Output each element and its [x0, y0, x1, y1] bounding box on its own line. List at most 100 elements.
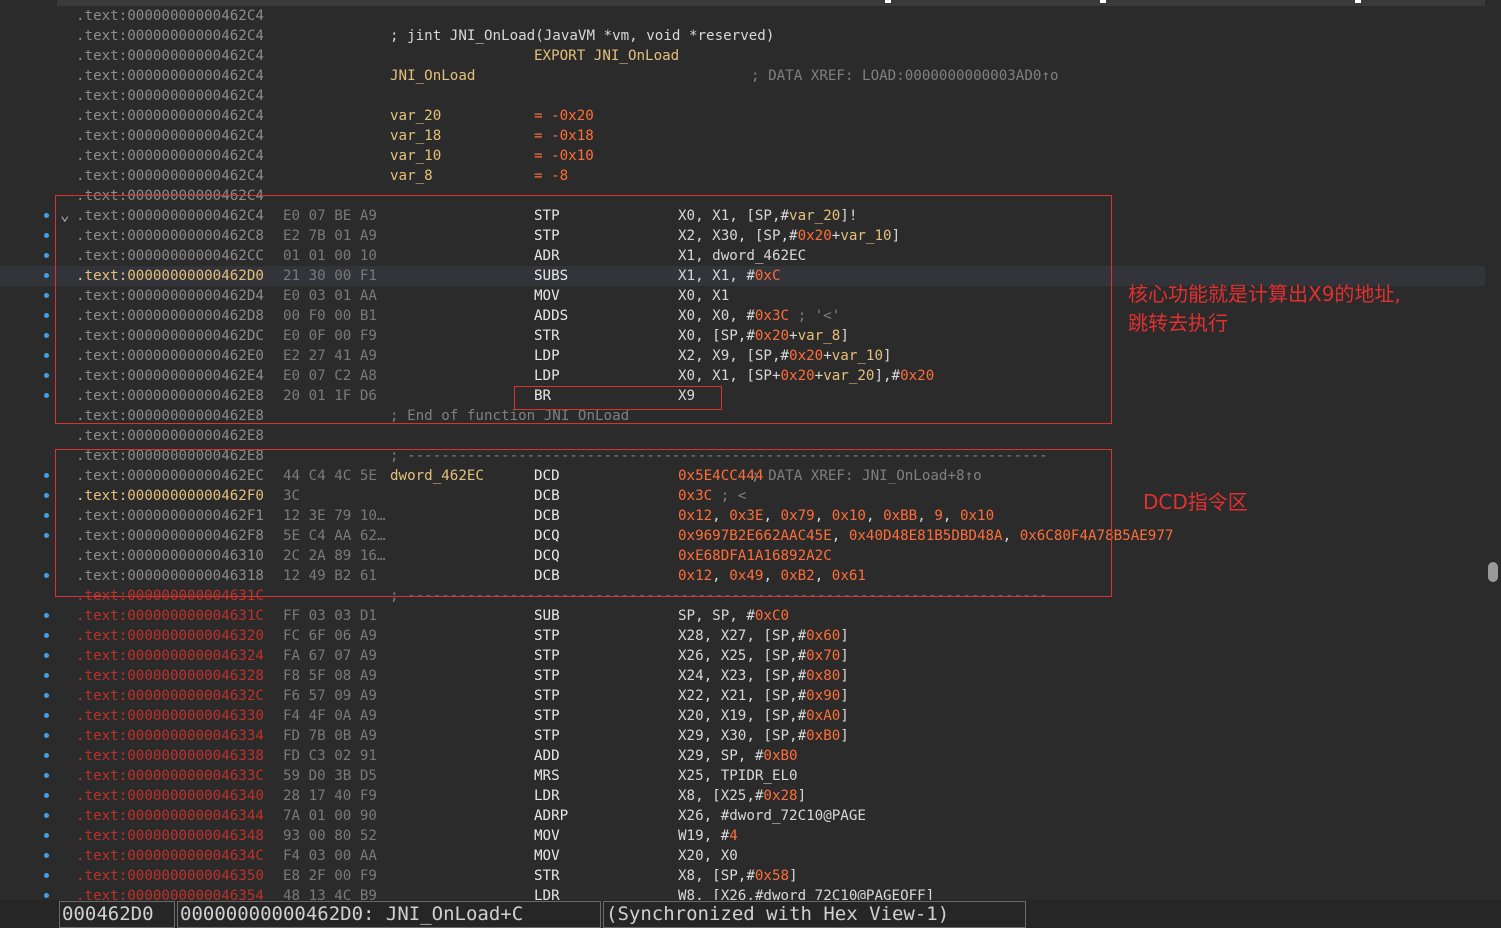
- address[interactable]: .text:00000000000462C4: [76, 166, 264, 186]
- operands[interactable]: X20, X19, [SP,#0xA0]: [678, 706, 849, 726]
- address[interactable]: .text:0000000000046320: [76, 626, 264, 646]
- operands[interactable]: X8, [X25,#0x28]: [678, 786, 806, 806]
- listing-row[interactable]: .text:00000000000462E4 E0 07 C2 A8 LDP X0, …: [0, 366, 1485, 386]
- listing-row[interactable]: .text:000000000004633C 59 D0 3B D5 MRS X25,…: [0, 766, 1485, 786]
- listing-row[interactable]: .text:00000000000462C4 var_8 = -8: [0, 166, 1485, 186]
- listing-row[interactable]: .text:0000000000046340 28 17 40 F9 LDR X8, …: [0, 786, 1485, 806]
- listing-row[interactable]: .text:00000000000462E0 E2 27 41 A9 LDP X2, …: [0, 346, 1485, 366]
- breakpoint-marker-icon[interactable]: [44, 373, 49, 378]
- address[interactable]: .text:00000000000462F1: [76, 506, 264, 526]
- listing-row[interactable]: .text:0000000000046310 2C 2A 89 16… DCQ 0xE…: [0, 546, 1485, 566]
- address[interactable]: .text:00000000000462EC: [76, 466, 264, 486]
- address[interactable]: .text:0000000000046318: [76, 566, 264, 586]
- listing-row[interactable]: .text:0000000000046350 E8 2F 00 F9 STR X8, …: [0, 866, 1485, 886]
- operands[interactable]: X24, X23, [SP,#0x80]: [678, 666, 849, 686]
- listing-row[interactable]: .text:00000000000462C4 var_10 = -0x10: [0, 146, 1485, 166]
- listing-row[interactable]: .text:00000000000462C4 var_18 = -0x18: [0, 126, 1485, 146]
- mnemonic[interactable]: ADDS: [534, 306, 568, 326]
- address[interactable]: .text:00000000000462C4: [76, 66, 264, 86]
- address[interactable]: .text:00000000000462E8: [76, 406, 264, 426]
- address[interactable]: .text:0000000000046338: [76, 746, 264, 766]
- address[interactable]: .text:00000000000462C4: [76, 126, 264, 146]
- operands[interactable]: X0, X1, [SP+0x20+var_20],#0x20: [678, 366, 934, 386]
- operands[interactable]: X0, X0, #0x3C ; '<': [678, 306, 840, 326]
- address[interactable]: .text:00000000000462CC: [76, 246, 264, 266]
- breakpoint-marker-icon[interactable]: [44, 353, 49, 358]
- listing-row[interactable]: .text:0000000000046338 FD C3 02 91 ADD X29,…: [0, 746, 1485, 766]
- listing-row[interactable]: .text:0000000000046324 FA 67 07 A9 STP X26,…: [0, 646, 1485, 666]
- address[interactable]: .text:00000000000462E8: [76, 426, 264, 446]
- listing-row[interactable]: .text:0000000000046318 12 49 B2 61 DCB 0x12…: [0, 566, 1485, 586]
- operands[interactable]: X0, [SP,#0x20+var_8]: [678, 326, 849, 346]
- operand-variable[interactable]: var_10: [832, 348, 883, 364]
- breakpoint-marker-icon[interactable]: [44, 673, 49, 678]
- address[interactable]: .text:000000000004631C: [76, 586, 264, 606]
- operands[interactable]: 0xE68DFA1A16892A2C: [678, 546, 832, 566]
- address[interactable]: .text:00000000000462C4: [76, 6, 264, 26]
- address[interactable]: .text:000000000004631C: [76, 606, 264, 626]
- address[interactable]: .text:00000000000462C4: [76, 46, 264, 66]
- listing-row[interactable]: .text:00000000000462C4 JNI_OnLoad ; DATA X…: [0, 66, 1485, 86]
- address[interactable]: .text:00000000000462C4: [76, 206, 264, 226]
- address[interactable]: .text:00000000000462D0: [76, 266, 264, 286]
- operands[interactable]: 0x12, 0x49, 0xB2, 0x61: [678, 566, 866, 586]
- breakpoint-marker-icon[interactable]: [44, 853, 49, 858]
- mnemonic[interactable]: SUB: [534, 606, 560, 626]
- operand-variable[interactable]: var_20: [823, 368, 874, 384]
- address[interactable]: .text:0000000000046350: [76, 866, 264, 886]
- breakpoint-marker-icon[interactable]: [44, 873, 49, 878]
- mnemonic[interactable]: LDP: [534, 366, 560, 386]
- symbol-label[interactable]: var_18: [390, 126, 441, 146]
- xref-comment[interactable]: ; DATA XREF: LOAD:0000000000003AD0↑o: [751, 66, 1059, 86]
- listing-row[interactable]: ⌄ .text:00000000000462C4 E0 07 BE A9 STP X0,…: [0, 205, 1485, 226]
- mnemonic[interactable]: MOV: [534, 826, 560, 846]
- listing-row[interactable]: .text:00000000000462CC 01 01 00 10 ADR X1, …: [0, 246, 1485, 266]
- breakpoint-marker-icon[interactable]: [44, 653, 49, 658]
- listing-row[interactable]: .text:00000000000462F0 3C DCB 0x3C ; <: [0, 486, 1485, 506]
- listing-row[interactable]: .text:0000000000046330 F4 4F 0A A9 STP X20,…: [0, 706, 1485, 726]
- listing-row[interactable]: .text:0000000000046320 FC 6F 06 A9 STP X28,…: [0, 626, 1485, 646]
- breakpoint-marker-icon[interactable]: [44, 233, 49, 238]
- address[interactable]: .text:00000000000462F0: [76, 486, 264, 506]
- mnemonic[interactable]: STP: [534, 626, 560, 646]
- breakpoint-marker-icon[interactable]: [44, 333, 49, 338]
- mnemonic[interactable]: MOV: [534, 286, 560, 306]
- operands[interactable]: 0x12, 0x3E, 0x79, 0x10, 0xBB, 9, 0x10: [678, 506, 994, 526]
- symbol-label[interactable]: var_20: [390, 106, 441, 126]
- operands[interactable]: X8, [SP,#0x58]: [678, 866, 798, 886]
- operands[interactable]: X26, X25, [SP,#0x70]: [678, 646, 849, 666]
- address[interactable]: .text:0000000000046348: [76, 826, 264, 846]
- listing-row[interactable]: .text:00000000000462C4 var_20 = -0x20: [0, 106, 1485, 126]
- address[interactable]: .text:00000000000462C4: [76, 186, 264, 206]
- collapse-chevron-icon[interactable]: ⌄: [60, 205, 70, 225]
- listing-row[interactable]: .text:00000000000462C4: [0, 86, 1485, 106]
- mnemonic[interactable]: ADD: [534, 746, 560, 766]
- operands[interactable]: X9: [678, 386, 695, 406]
- listing-row[interactable]: .text:000000000004631C ; ----------------…: [0, 586, 1485, 606]
- breakpoint-marker-icon[interactable]: [44, 253, 49, 258]
- listing-row[interactable]: .text:00000000000462F8 5E C4 AA 62… DCQ 0x9…: [0, 526, 1485, 546]
- mnemonic[interactable]: STP: [534, 666, 560, 686]
- mnemonic[interactable]: ADR: [534, 246, 560, 266]
- address[interactable]: .text:00000000000462F8: [76, 526, 264, 546]
- breakpoint-marker-icon[interactable]: [44, 213, 49, 218]
- address[interactable]: .text:00000000000462E4: [76, 366, 264, 386]
- listing-row[interactable]: .text:0000000000046344 7A 01 00 90 ADRP X26…: [0, 806, 1485, 826]
- operands[interactable]: 0x3C ; <: [678, 486, 746, 506]
- breakpoint-marker-icon[interactable]: [44, 753, 49, 758]
- mnemonic[interactable]: DCD: [534, 466, 560, 486]
- address[interactable]: .text:000000000004634C: [76, 846, 264, 866]
- listing-row[interactable]: .text:00000000000462E8 20 01 1F D6 BR X9: [0, 386, 1485, 406]
- symbol-label[interactable]: var_8: [390, 166, 433, 186]
- mnemonic[interactable]: STR: [534, 326, 560, 346]
- address[interactable]: .text:00000000000462C4: [76, 86, 264, 106]
- mnemonic[interactable]: MRS: [534, 766, 560, 786]
- mnemonic[interactable]: MOV: [534, 846, 560, 866]
- address[interactable]: .text:0000000000046344: [76, 806, 264, 826]
- listing-row[interactable]: .text:0000000000046354 48 13 4C B9 LDR W8, …: [0, 886, 1485, 900]
- breakpoint-marker-icon[interactable]: [44, 893, 49, 898]
- operands[interactable]: W8, [X26,#dword_72C10@PAGEOFF]: [678, 886, 934, 900]
- address[interactable]: .text:00000000000462C4: [76, 146, 264, 166]
- operands[interactable]: X2, X9, [SP,#0x20+var_10]: [678, 346, 892, 366]
- mnemonic[interactable]: SUBS: [534, 266, 568, 286]
